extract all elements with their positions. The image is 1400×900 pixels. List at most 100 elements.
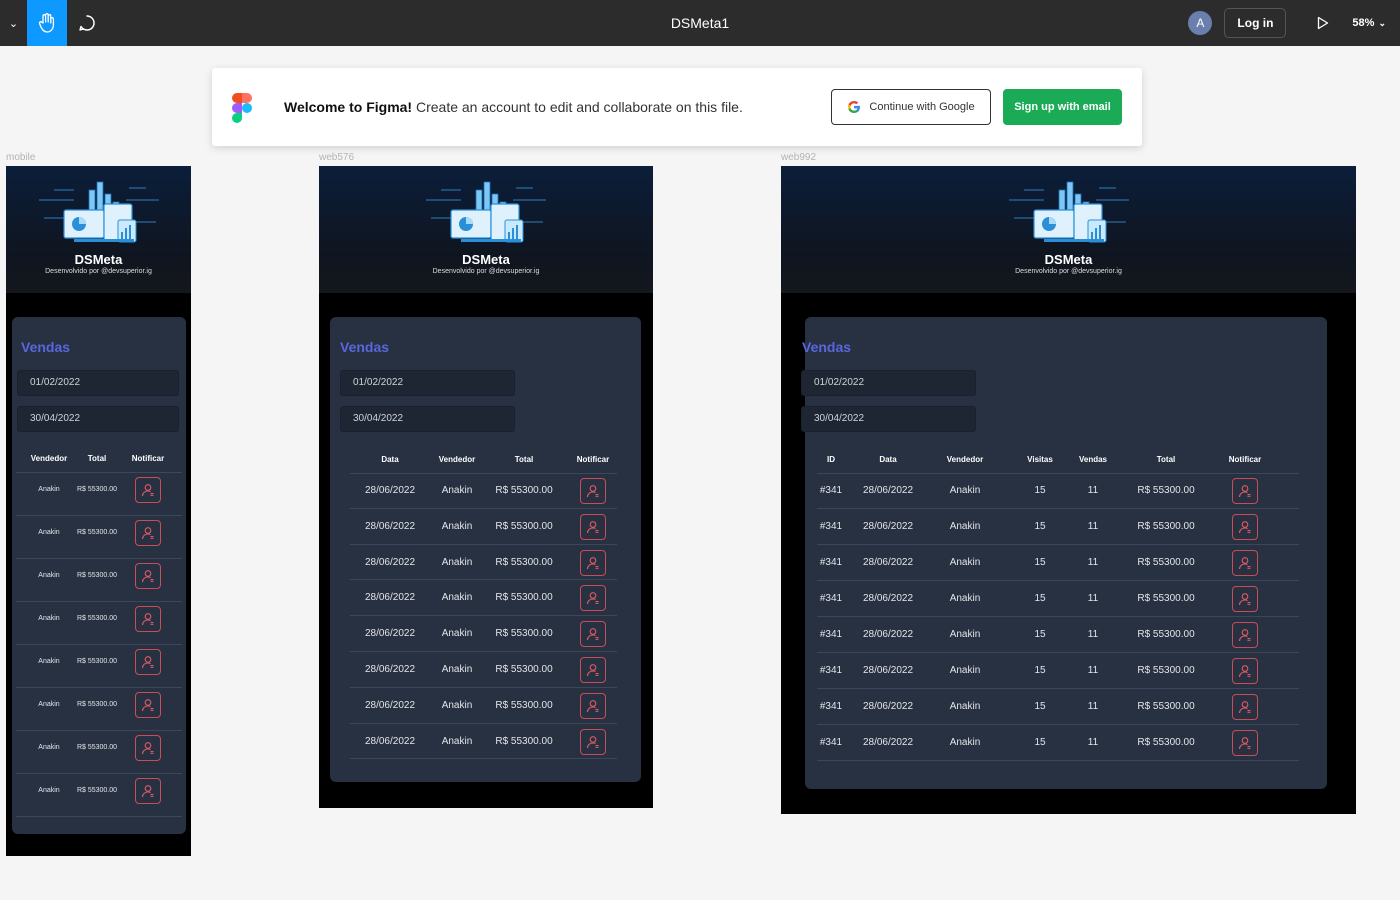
notify-user-icon (586, 592, 599, 605)
sales-title: Vendas (340, 339, 390, 355)
signup-email-button[interactable]: Sign up with email (1003, 89, 1122, 125)
cell-deals: 11 (1087, 629, 1099, 640)
table-row: #341 28/06/2022 Anakin 15 11 R$ 55300.00 (805, 473, 1327, 509)
notify-user-icon (141, 785, 154, 798)
column-header-seller: Vendedor (946, 455, 984, 464)
table-row: 28/06/2022 Anakin R$ 55300.00 (330, 509, 641, 545)
sales-card: Vendas 01/02/2022 30/04/2022 Vendedor Total N… (12, 317, 186, 834)
date-max-input[interactable]: 30/04/2022 (801, 406, 976, 432)
hand-icon (38, 13, 55, 33)
app-developer-credit: Desenvolvido por @devsuperior.ig (432, 268, 540, 275)
notify-button[interactable] (135, 477, 161, 503)
frame-label-web576[interactable]: web576 (319, 152, 354, 163)
column-header-notify: Notificar (576, 455, 610, 464)
sales-card: Vendas 01/02/2022 30/04/2022 ID Data Vendedor… (801, 317, 1327, 789)
notify-button[interactable] (135, 520, 161, 546)
cell-amount: R$ 55300.00 (1137, 485, 1195, 496)
cell-deals: 11 (1087, 701, 1099, 712)
continue-with-google-button[interactable]: Continue with Google (831, 89, 991, 125)
notify-button[interactable] (135, 649, 161, 675)
notify-button[interactable] (1232, 586, 1258, 612)
login-button[interactable]: Log in (1224, 8, 1287, 38)
table-row: #341 28/06/2022 Anakin 15 11 R$ 55300.00 (805, 581, 1327, 617)
cell-amount: R$ 55300.00 (495, 699, 553, 711)
cell-seller: Anakin (949, 665, 981, 676)
table-row: #341 28/06/2022 Anakin 15 11 R$ 55300.00 (805, 689, 1327, 725)
notify-user-icon (1238, 521, 1251, 534)
notify-button[interactable] (135, 692, 161, 718)
notify-button[interactable] (135, 778, 161, 804)
table-row: Anakin R$ 55300.00 (12, 774, 186, 817)
date-max-input[interactable]: 30/04/2022 (340, 406, 515, 432)
notify-button[interactable] (135, 563, 161, 589)
date-min-input[interactable]: 01/02/2022 (17, 370, 179, 396)
table-row: #341 28/06/2022 Anakin 15 11 R$ 55300.00 (805, 509, 1327, 545)
notify-button[interactable] (580, 549, 606, 576)
app-brand: DSMeta (462, 252, 510, 267)
cell-amount: R$ 55300.00 (76, 658, 118, 665)
notify-button[interactable] (580, 728, 606, 755)
table-row: Anakin R$ 55300.00 (12, 473, 186, 516)
notify-button[interactable] (1232, 622, 1258, 648)
column-header-deals: Vendas (1078, 455, 1107, 464)
main-menu-button[interactable]: ⌄ (0, 0, 27, 46)
google-button-label: Continue with Google (869, 101, 975, 113)
cell-deals: 11 (1087, 737, 1099, 748)
cell-date: 28/06/2022 (862, 737, 914, 748)
sales-card: Vendas 01/02/2022 30/04/2022 Data Vendedor To… (330, 317, 641, 782)
cell-amount: R$ 55300.00 (1137, 701, 1195, 712)
notify-button[interactable] (580, 478, 606, 504)
frame-mobile: DSMeta Desenvolvido por @devsuperior.ig Ve… (6, 166, 191, 856)
app-header: DSMeta Desenvolvido por @devsuperior.ig (781, 166, 1356, 293)
notify-button[interactable] (1232, 694, 1258, 720)
column-header-notify: Notificar (1228, 455, 1262, 464)
notify-user-icon (586, 628, 599, 641)
cell-date: 28/06/2022 (862, 665, 914, 676)
hand-tool-button[interactable] (27, 0, 67, 46)
table-row: 28/06/2022 Anakin R$ 55300.00 (330, 688, 641, 724)
present-button[interactable] (1308, 8, 1338, 38)
app-developer-credit: Desenvolvido por @devsuperior.ig (1015, 268, 1122, 275)
notify-button[interactable] (135, 606, 161, 632)
notify-user-icon (586, 699, 599, 712)
cell-amount: R$ 55300.00 (1137, 557, 1195, 568)
notify-button[interactable] (580, 657, 606, 683)
cell-amount: R$ 55300.00 (76, 529, 118, 536)
notify-user-icon (141, 527, 154, 540)
notify-button[interactable] (1232, 514, 1258, 540)
notify-button[interactable] (1232, 550, 1258, 576)
date-min-input[interactable]: 01/02/2022 (801, 370, 976, 396)
app-header: DSMeta Desenvolvido por @devsuperior.ig (6, 166, 191, 293)
cell-date: 28/06/2022 (862, 521, 914, 532)
play-icon (1318, 16, 1329, 30)
notify-button[interactable] (580, 692, 606, 719)
notify-button[interactable] (1232, 730, 1258, 756)
row-divider (817, 760, 1299, 761)
date-max-input[interactable]: 30/04/2022 (17, 406, 179, 432)
notify-user-icon (1238, 665, 1251, 678)
welcome-message: Welcome to Figma! Create an account to e… (284, 68, 743, 146)
frame-label-mobile[interactable]: mobile (6, 152, 35, 163)
notify-user-icon (141, 570, 154, 583)
notify-user-icon (141, 742, 154, 755)
cell-amount: R$ 55300.00 (76, 572, 118, 579)
notify-button[interactable] (1232, 478, 1258, 504)
notify-button[interactable] (135, 735, 161, 761)
notify-button[interactable] (580, 621, 606, 648)
table-row: 28/06/2022 Anakin R$ 55300.00 (330, 473, 641, 509)
date-min-input[interactable]: 01/02/2022 (340, 370, 515, 396)
avatar[interactable]: A (1188, 11, 1213, 35)
cell-amount: R$ 55300.00 (76, 701, 118, 708)
app-brand: DSMeta (1044, 252, 1093, 267)
frame-web576: DSMeta Desenvolvido por @devsuperior.ig Ve… (319, 166, 653, 808)
notify-button[interactable] (1232, 658, 1258, 684)
notify-button[interactable] (580, 585, 606, 612)
frame-label-web992[interactable]: web992 (781, 152, 816, 163)
table-row: Anakin R$ 55300.00 (12, 688, 186, 731)
notify-button[interactable] (580, 513, 606, 540)
zoom-dropdown[interactable]: 58% ⌄ (1352, 17, 1386, 29)
table-row: 28/06/2022 Anakin R$ 55300.00 (330, 545, 641, 581)
figma-logo-icon (232, 93, 252, 123)
app-header: DSMeta Desenvolvido por @devsuperior.ig (319, 166, 653, 293)
comment-tool-button[interactable] (67, 0, 107, 46)
